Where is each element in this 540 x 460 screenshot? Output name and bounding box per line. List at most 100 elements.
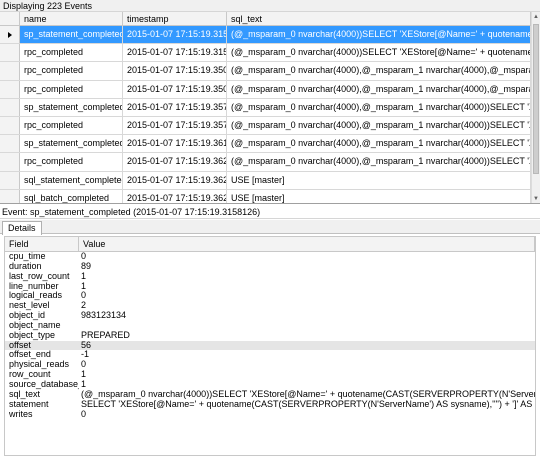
field-name: last_row_count [9, 271, 70, 281]
field-value: -1 [81, 350, 90, 360]
details-row[interactable]: line_number 1 [5, 282, 535, 292]
cell-timestamp[interactable]: 2015-01-07 17:15:19.3502156 [123, 62, 227, 80]
cell-sql-text[interactable]: (@_msparam_0 nvarchar(4000),@_msparam_1 … [227, 116, 531, 135]
cell-sql-text[interactable]: USE [master] [227, 171, 531, 189]
cell-sql-text[interactable]: (@_msparam_0 nvarchar(4000),@_msparam_1 … [227, 80, 531, 98]
details-row[interactable]: object_type PREPARED [5, 331, 535, 341]
table-row[interactable]: sql_statement_completed 2015-01-07 17:15:… [0, 171, 531, 190]
details-row[interactable]: nest_level 2 [5, 301, 535, 311]
details-row[interactable]: row_count 1 [5, 370, 535, 380]
details-grid[interactable]: Field Value cpu_time 0 duration 89 last_row_… [4, 236, 536, 456]
row-header[interactable] [0, 116, 20, 135]
field-name: object_id [9, 311, 46, 321]
details-row[interactable]: writes 0 [5, 410, 535, 420]
field-value: 1 [81, 379, 87, 389]
scroll-down-arrow-icon[interactable]: ▼ [532, 194, 540, 203]
details-row[interactable]: cpu_time 0 [5, 252, 535, 262]
details-row[interactable]: offset_end -1 [5, 350, 535, 360]
row-header[interactable] [0, 44, 20, 62]
field-name: duration [9, 261, 42, 271]
field-value: 1 [81, 370, 87, 380]
cell-name[interactable]: sp_statement_completed [20, 26, 123, 44]
row-header[interactable] [0, 189, 20, 203]
cell-timestamp[interactable]: 2015-01-07 17:15:19.3503743 [123, 80, 227, 98]
details-row[interactable]: statement SELECT 'XEStore[@Name=' + quote… [5, 400, 535, 410]
table-row[interactable]: rpc_completed2015-01-07 17:15:19.3159049… [0, 44, 531, 63]
table-row[interactable]: rpc_completed2015-01-07 17:15:19.3503743… [0, 80, 531, 99]
scroll-up-arrow-icon[interactable]: ▲ [532, 12, 540, 22]
details-row[interactable]: duration 89 [5, 262, 535, 272]
field-value: 2 [81, 301, 87, 311]
column-header-value[interactable]: Value [79, 237, 535, 251]
field-name: row_count [9, 370, 51, 380]
details-row[interactable]: object_id 983123134 [5, 311, 535, 321]
row-header[interactable] [0, 62, 20, 80]
details-row[interactable]: object_name [5, 321, 535, 331]
column-header-timestamp[interactable]: timestamp [123, 12, 227, 25]
grid-body: sp_statement_completed 2015-01-07 17:15:1… [0, 26, 531, 203]
cell-sql-text[interactable]: (@_msparam_0 nvarchar(4000),@_msparam_1 … [227, 98, 531, 116]
cell-name[interactable]: rpc_completed [20, 62, 123, 80]
row-header[interactable] [0, 171, 20, 189]
table-row[interactable]: sp_statement_completed 2015-01-07 17:15:1… [0, 98, 531, 117]
cell-timestamp[interactable]: 2015-01-07 17:15:19.3571456 [123, 98, 227, 116]
details-row[interactable]: physical_reads 0 [5, 360, 535, 370]
field-name: logical_reads [9, 291, 63, 301]
cell-name[interactable]: sql_statement_completed [20, 171, 123, 189]
cell-sql-text[interactable]: (@_msparam_0 nvarchar(4000),@_msparam_1 … [227, 62, 531, 80]
cell-sql-text[interactable]: (@_msparam_0 nvarchar(4000))SELECT 'XESt… [227, 44, 531, 62]
cell-timestamp[interactable]: 2015-01-07 17:15:19.3159049 [123, 44, 227, 62]
cell-name[interactable]: sp_statement_completed [20, 98, 123, 116]
scroll-thumb[interactable] [533, 24, 539, 174]
table-row[interactable]: rpc_completed2015-01-07 17:15:19.3621047… [0, 153, 531, 172]
cell-name[interactable]: rpc_completed [20, 80, 123, 98]
cell-sql-text[interactable]: USE [master] [227, 189, 531, 203]
details-row[interactable]: sql_text (@_msparam_0 nvarchar(4000))SELE… [5, 390, 535, 400]
grid-header: name timestamp sql_text [0, 12, 531, 26]
row-header[interactable] [0, 135, 20, 153]
tab-details[interactable]: Details [2, 221, 42, 235]
column-header-sql-text[interactable]: sql_text [227, 12, 531, 25]
column-header-field[interactable]: Field [5, 237, 79, 251]
field-value: PREPARED [81, 330, 130, 340]
cell-timestamp[interactable]: 2015-01-07 17:15:19.3629697 [123, 171, 227, 189]
field-name: offset [9, 340, 31, 350]
details-row[interactable]: source_database_id1 [5, 380, 535, 390]
cell-name[interactable]: sp_statement_completed [20, 135, 123, 153]
cell-name[interactable]: rpc_completed [20, 116, 123, 135]
row-header[interactable] [0, 80, 20, 98]
column-header-name[interactable]: name [20, 12, 123, 25]
cell-name[interactable]: rpc_completed [20, 44, 123, 62]
events-grid[interactable]: name timestamp sql_text sp_statement_com… [0, 12, 540, 204]
row-header[interactable] [0, 26, 20, 44]
grid-vertical-scrollbar[interactable]: ▲ ▼ [531, 12, 540, 203]
row-header[interactable] [0, 153, 20, 171]
cell-sql-text[interactable]: (@_msparam_0 nvarchar(4000),@_msparam_1 … [227, 153, 531, 171]
cell-name[interactable]: sql_batch_completed [20, 189, 123, 203]
field-name: physical_reads [9, 360, 70, 370]
tab-bar: Details [0, 220, 540, 235]
details-row[interactable]: logical_reads 0 [5, 291, 535, 301]
table-row[interactable]: sql_batch_completed 2015-01-07 17:15:19.3… [0, 189, 531, 203]
table-row[interactable]: rpc_completed2015-01-07 17:15:19.3502156… [0, 62, 531, 81]
field-value: (@_msparam_0 nvarchar(4000))SELECT 'XESt… [81, 389, 535, 399]
table-row[interactable]: rpc_completed2015-01-07 17:15:19.3572713… [0, 116, 531, 136]
cell-timestamp[interactable]: 2015-01-07 17:15:19.3619622 [123, 135, 227, 153]
cell-sql-text[interactable]: (@_msparam_0 nvarchar(4000))SELECT 'XESt… [227, 26, 531, 44]
cell-timestamp[interactable]: 2015-01-07 17:15:19.3158126 [123, 26, 227, 44]
cell-timestamp[interactable]: 2015-01-07 17:15:19.3621047 [123, 153, 227, 171]
row-header[interactable] [0, 98, 20, 116]
details-body: cpu_time 0 duration 89 last_row_count 1 line_n… [5, 252, 535, 419]
cell-timestamp[interactable]: 2015-01-07 17:15:19.3629785 [123, 189, 227, 203]
field-name: writes [9, 409, 33, 419]
table-row[interactable]: sp_statement_completed 2015-01-07 17:15:1… [0, 26, 531, 45]
details-row[interactable]: last_row_count 1 [5, 272, 535, 282]
cell-timestamp[interactable]: 2015-01-07 17:15:19.3572713 [123, 116, 227, 135]
field-name: nest_level [9, 301, 50, 311]
field-value: 0 [81, 252, 87, 261]
cell-name[interactable]: rpc_completed [20, 153, 123, 171]
details-row[interactable]: offset 56 [5, 340, 535, 351]
cell-sql-text[interactable]: (@_msparam_0 nvarchar(4000),@_msparam_1 … [227, 135, 531, 153]
table-row[interactable]: sp_statement_completed 2015-01-07 17:15:1… [0, 135, 531, 154]
field-name: statement [9, 399, 49, 409]
